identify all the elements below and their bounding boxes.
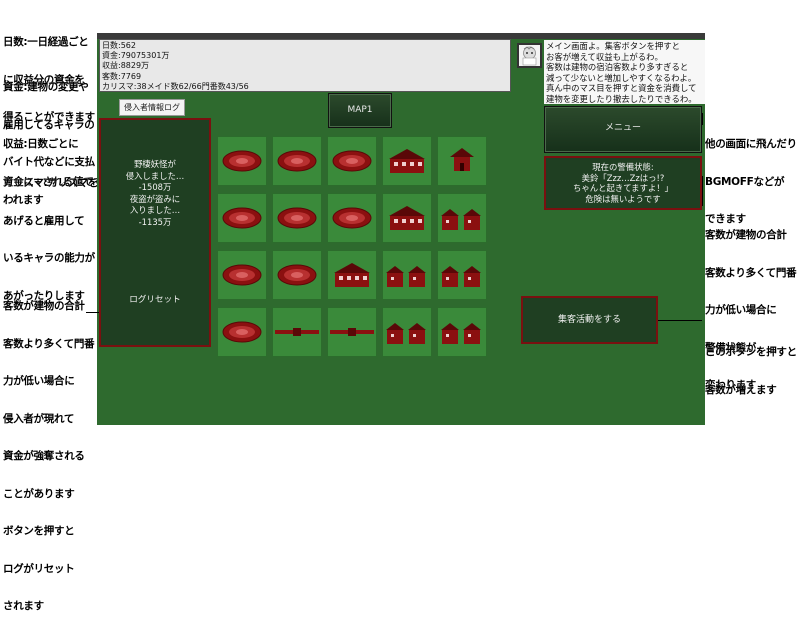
plaza-icon xyxy=(222,150,262,172)
intruder-log-tab[interactable]: 侵入者情報ログ xyxy=(119,99,185,116)
grid-tile-houses[interactable] xyxy=(437,250,487,300)
fence-icon xyxy=(330,328,374,336)
grid-tile-houses[interactable] xyxy=(382,307,432,357)
charisma-value: カリスマ:38メイド数62/66門番数43/56 xyxy=(102,81,249,91)
grid-tile-plaza[interactable] xyxy=(272,250,322,300)
grid-tile-houses[interactable] xyxy=(437,193,487,243)
plaza-icon xyxy=(332,207,372,229)
inn-icon xyxy=(389,206,425,230)
intruder-annotation: 客数が建物の合計 客数より多くて門番 力が低い場合に 侵入者が現れて 資金が強奪… xyxy=(3,300,95,612)
plaza-icon xyxy=(277,207,317,229)
grid-tile-plaza[interactable] xyxy=(217,250,267,300)
security-status-panel: 現在の警備状態: 美鈴「Zzz…Zzはっ!? ちゃんと起きてますよ！」 危険は無… xyxy=(544,156,702,210)
houses-icon xyxy=(441,323,481,344)
status-panel: 日数:562 資金:79075301万 収益:8829万 客数:7769 カリス… xyxy=(99,39,511,92)
inn-icon xyxy=(334,263,370,287)
log-line: 夜盗が盗みに xyxy=(129,193,181,204)
houses-icon xyxy=(441,266,481,287)
log-line: -1508万 xyxy=(138,182,172,192)
fence-icon xyxy=(275,328,319,336)
grid-tile-inn[interactable] xyxy=(382,193,432,243)
houses-icon xyxy=(386,266,426,287)
pointer-line xyxy=(702,176,703,206)
grid-tile-plaza[interactable] xyxy=(327,193,377,243)
grid-tile-houses[interactable] xyxy=(382,250,432,300)
gather-customers-button[interactable]: 集客活動をする xyxy=(521,296,658,344)
grid-tile-plaza[interactable] xyxy=(272,136,322,186)
funds-value: 資金:79075301万 xyxy=(102,51,170,61)
grid-tile-shrine[interactable] xyxy=(437,136,487,186)
character-avatar-icon xyxy=(517,43,542,68)
grid-tile-houses[interactable] xyxy=(437,307,487,357)
grid-tile-plaza[interactable] xyxy=(217,136,267,186)
shrine-icon xyxy=(450,148,474,171)
plaza-icon xyxy=(222,264,262,286)
log-line: 侵入しました… xyxy=(125,170,185,181)
gather-annotation: このボタンを押すと 客数が増えます xyxy=(705,346,797,396)
grid-tile-plaza[interactable] xyxy=(327,136,377,186)
days-value: 日数:562 xyxy=(102,41,136,50)
income-value: 収益:8829万 xyxy=(102,61,150,71)
plaza-icon xyxy=(222,207,262,229)
log-line: 野棲妖怪が xyxy=(134,159,176,169)
intruder-log-panel[interactable]: 野棲妖怪が 侵入しました… -1508万 夜盗が盗みに 入りました… -1135… xyxy=(99,118,211,347)
grid-tile-plaza[interactable] xyxy=(217,193,267,243)
log-line: 入りました… xyxy=(129,205,181,215)
grid-tile-plaza[interactable] xyxy=(217,307,267,357)
grid-tile-plaza[interactable] xyxy=(272,193,322,243)
guests-value: 客数:7769 xyxy=(102,71,142,81)
inn-icon xyxy=(389,149,425,173)
plaza-icon xyxy=(332,150,372,172)
pointer-line xyxy=(702,113,703,125)
message-box: メイン画面よ。集客ボタンを押すと お客が増えて収益も上がるわ。 客数は建物の宿泊… xyxy=(544,40,705,104)
log-line: -1135万 xyxy=(138,216,172,227)
grid-tile-inn[interactable] xyxy=(327,250,377,300)
houses-icon xyxy=(441,209,481,230)
plaza-icon xyxy=(277,264,317,286)
menu-button[interactable]: メニュー xyxy=(544,106,702,153)
log-reset-button[interactable]: ログリセット xyxy=(101,295,209,307)
pointer-line xyxy=(658,320,702,321)
grid-tile-fence[interactable] xyxy=(327,307,377,357)
grid-tile-inn[interactable] xyxy=(382,136,432,186)
grid-tile-fence[interactable] xyxy=(272,307,322,357)
plaza-icon xyxy=(222,321,262,343)
houses-icon xyxy=(386,323,426,344)
map1-button[interactable]: MAP1 xyxy=(328,93,392,128)
plaza-icon xyxy=(277,150,317,172)
pointer-line xyxy=(86,312,99,313)
